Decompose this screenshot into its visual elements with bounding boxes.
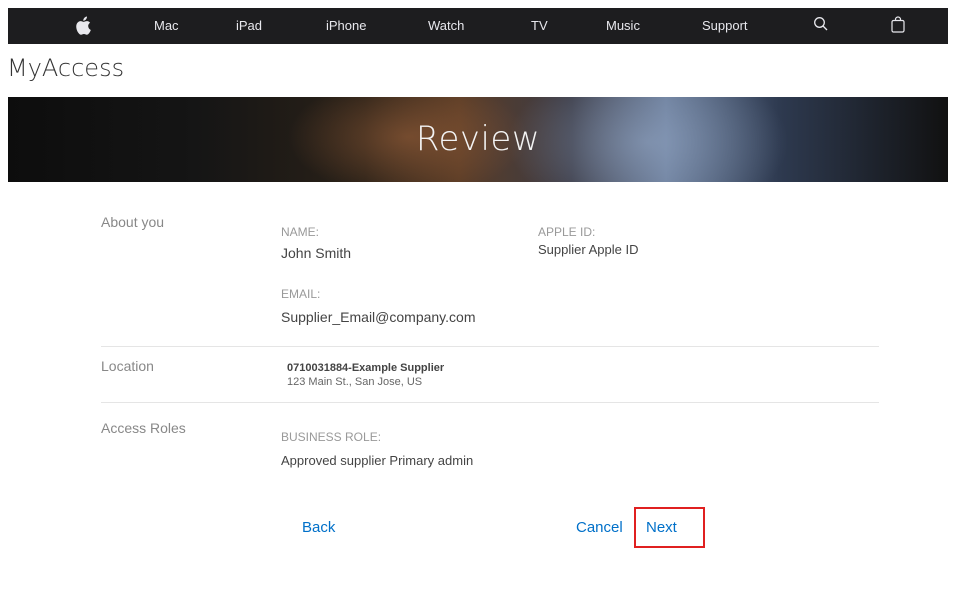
nav-item-mac[interactable]: Mac [154,8,179,44]
page-title: Review [415,119,541,159]
page-brand-title: MyAccess [7,54,125,82]
apple-id-label: APPLE ID: [538,225,596,239]
divider [101,402,879,403]
email-label: EMAIL: [281,287,321,301]
back-button[interactable]: Back [302,519,335,536]
shopping-bag-icon[interactable] [891,16,911,36]
apple-id-value: Supplier Apple ID [538,242,639,257]
location-address: 123 Main St., San Jose, US [287,376,423,388]
apple-logo-icon[interactable] [75,16,95,36]
email-value: Supplier_Email@company.com [281,309,476,325]
next-button-highlight [634,507,705,548]
section-label-access-roles: Access Roles [101,420,186,436]
name-label: NAME: [281,225,320,239]
nav-item-ipad[interactable]: iPad [236,8,262,44]
global-nav: Mac iPad iPhone Watch TV Music Support [8,8,948,44]
business-role-label: BUSINESS ROLE: [281,430,382,444]
nav-item-watch[interactable]: Watch [428,8,464,44]
location-code: 0710031884-Example Supplier [287,362,445,374]
nav-item-iphone[interactable]: iPhone [326,8,366,44]
nav-item-music[interactable]: Music [606,8,640,44]
divider [101,346,879,347]
name-value: John Smith [281,245,352,261]
section-label-about: About you [101,214,165,230]
nav-item-tv[interactable]: TV [531,8,548,44]
hero-banner: Review [8,97,948,182]
section-label-location: Location [101,358,154,374]
nav-item-support[interactable]: Support [702,8,748,44]
cancel-button[interactable]: Cancel [576,519,623,536]
business-role-value: Approved supplier Primary admin [281,453,474,468]
search-icon[interactable] [813,16,833,36]
